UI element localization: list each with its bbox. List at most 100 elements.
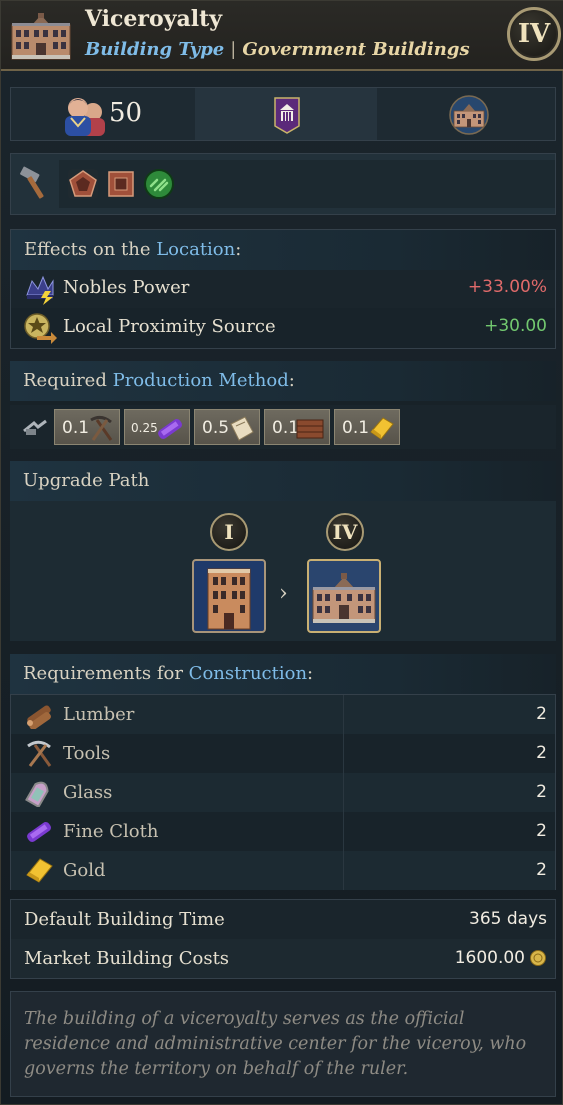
location-link[interactable]: Location — [156, 239, 235, 260]
effects-section: Effects on the Location: Nobles Power +3… — [10, 229, 556, 349]
fine-cloth-icon — [158, 419, 182, 439]
market-cost-label: Market Building Costs — [24, 948, 230, 969]
requirement-qty: 2 — [536, 704, 547, 724]
input-chip-lumber[interactable]: 0.1 — [264, 409, 330, 445]
effect-value: +33.00% — [467, 277, 547, 297]
construction-heading: Requirements for Construction: — [10, 654, 556, 694]
building-type-value[interactable]: Government Buildings — [242, 39, 469, 60]
requirement-divider — [343, 851, 555, 890]
building-subtitle: Building Type | Government Buildings — [85, 39, 470, 60]
production-heading-suffix: : — [288, 370, 295, 391]
population-icon — [65, 98, 105, 136]
effects-heading: Effects on the Location: — [11, 230, 555, 270]
tools-icon — [90, 415, 113, 441]
green-seal-icon[interactable] — [143, 168, 175, 200]
building-tooltip: Viceroyalty Building Type | Government Bui… — [0, 0, 563, 1105]
requirement-divider — [343, 812, 555, 851]
fine-cloth-icon — [27, 822, 51, 842]
building-type-cell[interactable] — [377, 88, 557, 140]
requirement-divider — [343, 773, 555, 812]
tags-row — [10, 153, 556, 215]
upgrade-path: I IV › — [10, 501, 556, 641]
tooltip-header: Viceroyalty Building Type | Government Bui… — [1, 1, 563, 71]
effect-row-nobles-power[interactable]: Nobles Power +33.00% — [11, 270, 555, 308]
construction-requirements: Lumber 2 Tools 2 Glass 2 Fine Cloth 2 Go… — [10, 694, 556, 890]
tools-icon — [27, 740, 52, 767]
requirement-row-lumber[interactable]: Lumber 2 — [11, 695, 555, 734]
upgrade-heading: Upgrade Path — [10, 461, 556, 501]
effects-heading-prefix: Effects on the — [24, 239, 157, 260]
requirement-row-glass[interactable]: Glass 2 — [11, 773, 555, 812]
tags-container — [59, 160, 555, 208]
building-title: Viceroyalty — [85, 6, 223, 32]
coin-icon — [530, 950, 546, 966]
building-type-label[interactable]: Building Type — [85, 39, 224, 60]
gold-icon — [370, 417, 394, 440]
market-cost-value: 1600.00 — [454, 948, 525, 968]
tier-badge-from: I — [210, 513, 248, 551]
requirement-qty: 2 — [536, 743, 547, 763]
requirement-divider — [343, 734, 555, 773]
tower-building-icon — [207, 568, 251, 630]
requirement-row-fine-cloth[interactable]: Fine Cloth 2 — [11, 812, 555, 851]
upgrade-arrow: › — [279, 581, 288, 606]
effect-value: +30.00 — [484, 316, 547, 336]
population-value: 50 — [109, 98, 143, 128]
input-chip-fine-cloth[interactable]: 0.25 — [124, 409, 190, 445]
construction-heading-prefix: Requirements for — [23, 663, 189, 684]
effect-label: Nobles Power — [63, 277, 190, 298]
stats-row: 50 — [10, 87, 556, 141]
building-icon — [11, 13, 71, 60]
requirement-divider — [343, 695, 555, 734]
upgrade-from-building[interactable] — [192, 559, 266, 633]
construction-link[interactable]: Construction — [189, 663, 307, 684]
paper-icon — [230, 416, 254, 441]
production-heading: Required Production Method: — [10, 361, 556, 401]
requirement-label: Fine Cloth — [63, 821, 159, 842]
requirement-qty: 2 — [536, 782, 547, 802]
gold-icon — [26, 858, 53, 883]
production-heading-prefix: Required — [23, 370, 113, 391]
production-method-icon — [23, 419, 47, 435]
requirement-label: Glass — [63, 782, 113, 803]
building-time-label: Default Building Time — [24, 909, 225, 930]
lumber-icon — [296, 419, 324, 439]
effect-label: Local Proximity Source — [63, 316, 276, 337]
building-icon — [449, 95, 489, 135]
pentagon-icon[interactable] — [67, 168, 99, 200]
production-method-row: 0.1 0.25 0.5 0.1 0.1 — [10, 405, 556, 449]
building-time-value: 365 days — [469, 909, 547, 929]
building-time-cost: Default Building Time 365 days Market Bu… — [10, 899, 556, 979]
requirement-row-gold[interactable]: Gold 2 — [11, 851, 555, 890]
input-chip-paper[interactable]: 0.5 — [194, 409, 260, 445]
tier-badge-to: IV — [326, 513, 364, 551]
effects-heading-suffix: : — [235, 239, 242, 260]
lumber-icon — [27, 705, 51, 729]
building-time-row: Default Building Time 365 days — [11, 900, 555, 939]
population-cell[interactable]: 50 — [11, 88, 195, 140]
requirement-label: Gold — [63, 860, 106, 881]
requirement-row-tools[interactable]: Tools 2 — [11, 734, 555, 773]
subtitle-separator: | — [230, 39, 237, 60]
production-method-link[interactable]: Production Method — [113, 370, 289, 391]
hammer-icon[interactable] — [19, 166, 51, 200]
glass-icon — [25, 781, 49, 807]
input-chip-tools[interactable]: 0.1 — [54, 409, 120, 445]
input-chip-gold[interactable]: 0.1 — [334, 409, 400, 445]
government-banner-icon — [274, 97, 300, 134]
government-cell[interactable] — [195, 88, 377, 140]
market-cost-row: Market Building Costs 1600.00 — [11, 939, 555, 978]
building-description: The building of a viceroyalty serves as … — [10, 991, 556, 1097]
input-amount: 0.25 — [131, 421, 158, 435]
nobles-power-icon — [26, 275, 54, 305]
upgrade-to-building[interactable] — [307, 559, 381, 633]
effect-row-proximity[interactable]: Local Proximity Source +30.00 — [11, 309, 555, 347]
requirement-qty: 2 — [536, 821, 547, 841]
requirement-label: Tools — [63, 743, 111, 764]
square-icon[interactable] — [105, 168, 137, 200]
requirement-qty: 2 — [536, 860, 547, 880]
tier-badge: IV — [507, 7, 561, 61]
construction-heading-suffix: : — [307, 663, 314, 684]
proximity-source-icon — [24, 313, 57, 344]
input-amount: 0.5 — [202, 418, 230, 438]
